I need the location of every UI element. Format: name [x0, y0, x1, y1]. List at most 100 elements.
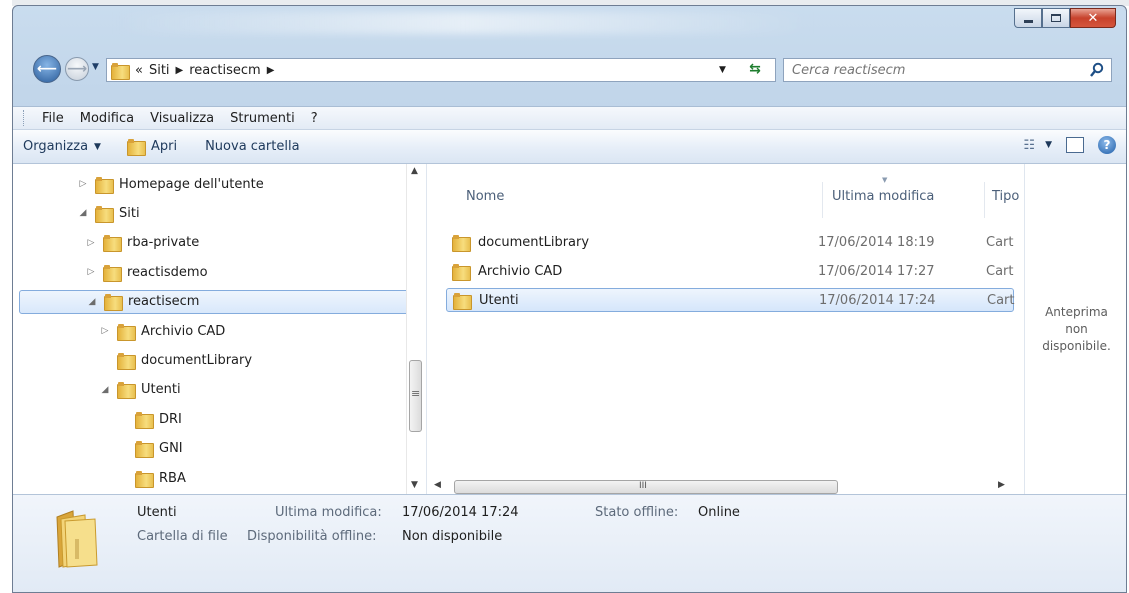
scroll-up-icon[interactable]: ▲	[411, 166, 418, 176]
minimize-icon	[1023, 19, 1033, 23]
file-row[interactable]: documentLibrary 17/06/2014 18:19 Carte	[446, 230, 1014, 254]
title-blur	[113, 12, 813, 34]
expand-arrow-icon[interactable]: ◢	[86, 297, 98, 307]
new-folder-label: Nuova cartella	[205, 139, 300, 154]
chevron-down-icon: ▼	[94, 141, 101, 152]
nav-item[interactable]: ◢ reactisecm	[19, 289, 411, 314]
expand-arrow-icon[interactable]: ▷	[99, 326, 111, 336]
back-button[interactable]: ⟵	[33, 55, 61, 83]
details-pane: Utenti Cartella di file Ultima modifica:…	[13, 494, 1126, 592]
scroll-thumb[interactable]	[409, 360, 422, 432]
menu-visualizza[interactable]: Visualizza	[142, 111, 222, 126]
nav-item[interactable]: ▷ Archivio CAD	[99, 319, 225, 343]
nav-item[interactable]: DRI	[117, 407, 182, 431]
details-modified-value: 17/06/2014 17:24	[402, 505, 519, 520]
search-icon[interactable]	[1089, 62, 1105, 78]
breadcrumb-reactisecm[interactable]: reactisecm	[189, 63, 260, 78]
column-header-type[interactable]: Tipo	[992, 182, 1019, 210]
expand-arrow-icon[interactable]: ▷	[85, 238, 97, 248]
view-options-button[interactable]: ☷ ▼	[1023, 138, 1052, 153]
title-bar[interactable]: ✕	[13, 6, 1126, 44]
address-bar[interactable]: « Siti ▶ reactisecm ▶ ▼	[106, 58, 776, 82]
breadcrumb-separator-icon[interactable]: ▶	[176, 65, 184, 76]
file-modified: 17/06/2014 18:19	[818, 234, 935, 250]
menu-file[interactable]: File	[34, 111, 72, 126]
column-separator[interactable]	[984, 182, 985, 218]
recent-pages-dropdown-icon[interactable]: ▼	[92, 62, 99, 72]
open-button[interactable]: Apri	[117, 139, 187, 156]
forward-button[interactable]: ⟶	[65, 57, 89, 81]
open-folder-icon	[126, 139, 146, 156]
scroll-down-icon[interactable]: ▼	[411, 480, 418, 490]
preview-text-1: Anteprima	[1045, 304, 1108, 319]
nav-item[interactable]: RBA	[117, 466, 186, 490]
address-dropdown-icon[interactable]: ▼	[719, 65, 726, 75]
column-header-modified[interactable]: Ultima modifica	[832, 182, 934, 210]
maximize-button[interactable]	[1042, 8, 1070, 28]
nav-item-label: RBA	[159, 470, 186, 486]
back-arrow-icon: ⟵	[36, 61, 58, 77]
navigation-pane[interactable]: ▷ Homepage dell'utente ◢ Siti ▷ rba-private ▷ r…	[13, 164, 426, 494]
folder-icon	[103, 264, 122, 282]
scroll-right-icon[interactable]: ▶	[998, 480, 1005, 490]
preview-text-2: non	[1065, 321, 1088, 336]
file-row[interactable]: Utenti 17/06/2014 17:24 Carte	[446, 288, 1015, 312]
chevron-down-icon: ▼	[1045, 140, 1052, 150]
column-separator[interactable]	[822, 182, 823, 218]
breadcrumb-overflow[interactable]: «	[135, 63, 143, 78]
expand-arrow-icon[interactable]: ◢	[77, 208, 89, 218]
expand-arrow-icon[interactable]: ▷	[85, 267, 97, 277]
scroll-left-icon[interactable]: ◀	[434, 480, 441, 490]
search-box[interactable]	[783, 58, 1112, 82]
file-name: Archivio CAD	[478, 263, 563, 279]
organize-button[interactable]: Organizza ▼	[13, 139, 111, 154]
file-name: Utenti	[479, 292, 519, 308]
nav-item-label: Archivio CAD	[141, 323, 226, 339]
nav-item-label: DRI	[159, 411, 182, 427]
minimize-button[interactable]	[1014, 8, 1042, 28]
menu-help[interactable]: ?	[303, 111, 326, 126]
folder-icon	[103, 235, 122, 253]
menu-strumenti[interactable]: Strumenti	[222, 111, 303, 126]
column-header-name[interactable]: Nome	[466, 182, 504, 210]
folder-icon	[117, 323, 136, 341]
command-bar: Organizza ▼ Apri Nuova cartella ☷ ▼ ?	[13, 130, 1126, 164]
nav-item[interactable]: ◢ Siti	[77, 201, 140, 225]
large-folder-icon	[56, 510, 98, 568]
folder-icon	[135, 441, 154, 459]
expand-arrow-icon[interactable]: ▷	[77, 179, 89, 189]
details-modified-label: Ultima modifica:	[275, 505, 382, 520]
breadcrumb-separator-icon[interactable]: ▶	[267, 65, 275, 76]
nav-item[interactable]: documentLibrary	[99, 348, 252, 372]
nav-item[interactable]: ▷ Homepage dell'utente	[77, 172, 264, 196]
nav-item[interactable]: ▷ reactisdemo	[85, 260, 208, 284]
nav-item-label: Utenti	[141, 382, 181, 398]
nav-item[interactable]: ▷ rba-private	[85, 231, 199, 255]
nav-item-label: Homepage dell'utente	[119, 176, 264, 192]
help-icon[interactable]: ?	[1098, 136, 1116, 154]
close-button[interactable]: ✕	[1070, 8, 1116, 28]
nav-item[interactable]: ◢ Utenti	[99, 378, 181, 402]
menu-modifica[interactable]: Modifica	[72, 111, 142, 126]
folder-icon	[95, 176, 114, 194]
nav-vertical-scrollbar[interactable]: ▲ ▼	[406, 164, 424, 494]
preview-text-3: disponibile.	[1042, 338, 1111, 353]
close-icon: ✕	[1087, 10, 1099, 26]
file-type: Carte	[987, 292, 1015, 308]
nav-item[interactable]: GNI	[117, 437, 183, 461]
hscroll-thumb[interactable]: III	[454, 480, 838, 494]
open-label: Apri	[150, 139, 178, 154]
expand-arrow-icon[interactable]: ◢	[99, 385, 111, 395]
grip-glyph: III	[639, 481, 647, 491]
search-input[interactable]	[792, 62, 1072, 78]
preview-pane-button[interactable]	[1066, 137, 1084, 153]
folder-icon	[95, 205, 114, 223]
refresh-button[interactable]: ⇆	[741, 57, 769, 81]
file-row[interactable]: Archivio CAD 17/06/2014 17:27 Carte	[446, 259, 1014, 283]
new-folder-button[interactable]: Nuova cartella	[195, 139, 309, 154]
file-modified: 17/06/2014 17:27	[818, 263, 935, 279]
folder-icon	[453, 292, 472, 310]
breadcrumb-siti[interactable]: Siti	[149, 63, 170, 78]
main-content: ▷ Homepage dell'utente ◢ Siti ▷ rba-private ▷ r…	[13, 164, 1126, 496]
menu-bar: File Modifica Visualizza Strumenti ?	[13, 106, 1126, 130]
